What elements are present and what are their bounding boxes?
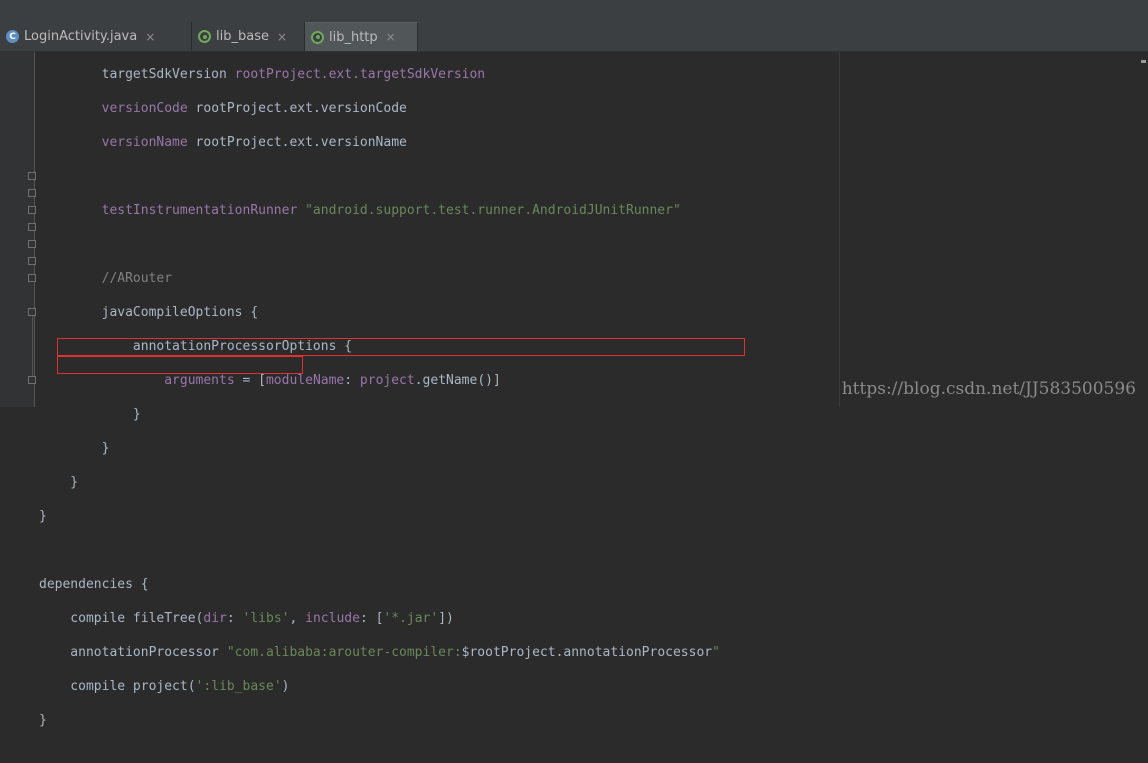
fold-guide-line <box>32 316 33 376</box>
code-line: dependencies { <box>39 577 149 592</box>
fold-marker-icon[interactable] <box>28 172 36 180</box>
fold-marker-icon[interactable] <box>28 376 36 384</box>
highlight-box-compile-project <box>57 356 303 374</box>
code-line: testInstrumentationRunner "android.suppo… <box>39 203 681 218</box>
code-line: targetSdkVersion rootProject.ext.targetS… <box>39 67 486 82</box>
watermark-text: https://blog.csdn.net/JJ583500596 <box>841 379 1136 399</box>
tab-label: lib_base <box>216 29 269 44</box>
close-icon[interactable]: × <box>277 30 287 44</box>
code-editor[interactable]: targetSdkVersion rootProject.ext.targetS… <box>0 52 1148 728</box>
tab-bar-top-strip <box>0 0 1148 21</box>
code-line: javaCompileOptions { <box>39 305 259 320</box>
highlight-box-annotation-processor <box>57 338 745 356</box>
code-line: versionCode rootProject.ext.versionCode <box>39 101 407 116</box>
code-line: compile project(':lib_base') <box>39 679 290 694</box>
code-line: } <box>39 713 47 728</box>
code-line: } <box>39 475 79 490</box>
class-icon: C <box>6 30 19 43</box>
close-icon[interactable]: × <box>145 30 155 44</box>
scrollbar-marker[interactable] <box>1141 60 1146 63</box>
code-line: versionName rootProject.ext.versionName <box>39 135 407 150</box>
editor-gutter <box>0 52 36 407</box>
fold-marker-icon[interactable] <box>28 206 36 214</box>
tab-lib-http[interactable]: lib_http × <box>305 22 418 51</box>
code-line: //ARouter <box>39 271 173 286</box>
tab-label: lib_http <box>329 29 378 45</box>
fold-marker-icon[interactable] <box>28 274 36 282</box>
editor-tab-bar: C LoginActivity.java × lib_base × lib_ht… <box>0 0 1148 52</box>
tab-label: LoginActivity.java <box>24 29 138 44</box>
right-margin-guide <box>839 52 840 407</box>
tab-lib-base[interactable]: lib_base × <box>192 22 305 51</box>
code-line: } <box>39 441 110 456</box>
code-line: annotationProcessor "com.alibaba:arouter… <box>39 645 720 660</box>
code-line: } <box>39 407 141 422</box>
fold-marker-icon[interactable] <box>28 189 36 197</box>
code-line: arguments = [moduleName: project.getName… <box>39 373 501 388</box>
fold-marker-icon[interactable] <box>28 240 36 248</box>
tab-login-activity[interactable]: C LoginActivity.java × <box>0 22 192 51</box>
module-icon <box>198 30 211 43</box>
fold-marker-icon[interactable] <box>28 257 36 265</box>
close-icon[interactable]: × <box>386 30 396 44</box>
code-line: compile fileTree(dir: 'libs', include: [… <box>39 611 454 626</box>
fold-marker-icon[interactable] <box>28 308 36 316</box>
code-text[interactable]: targetSdkVersion rootProject.ext.targetS… <box>39 49 720 763</box>
code-line: } <box>39 509 47 524</box>
fold-marker-icon[interactable] <box>28 223 36 231</box>
module-icon <box>311 30 324 44</box>
